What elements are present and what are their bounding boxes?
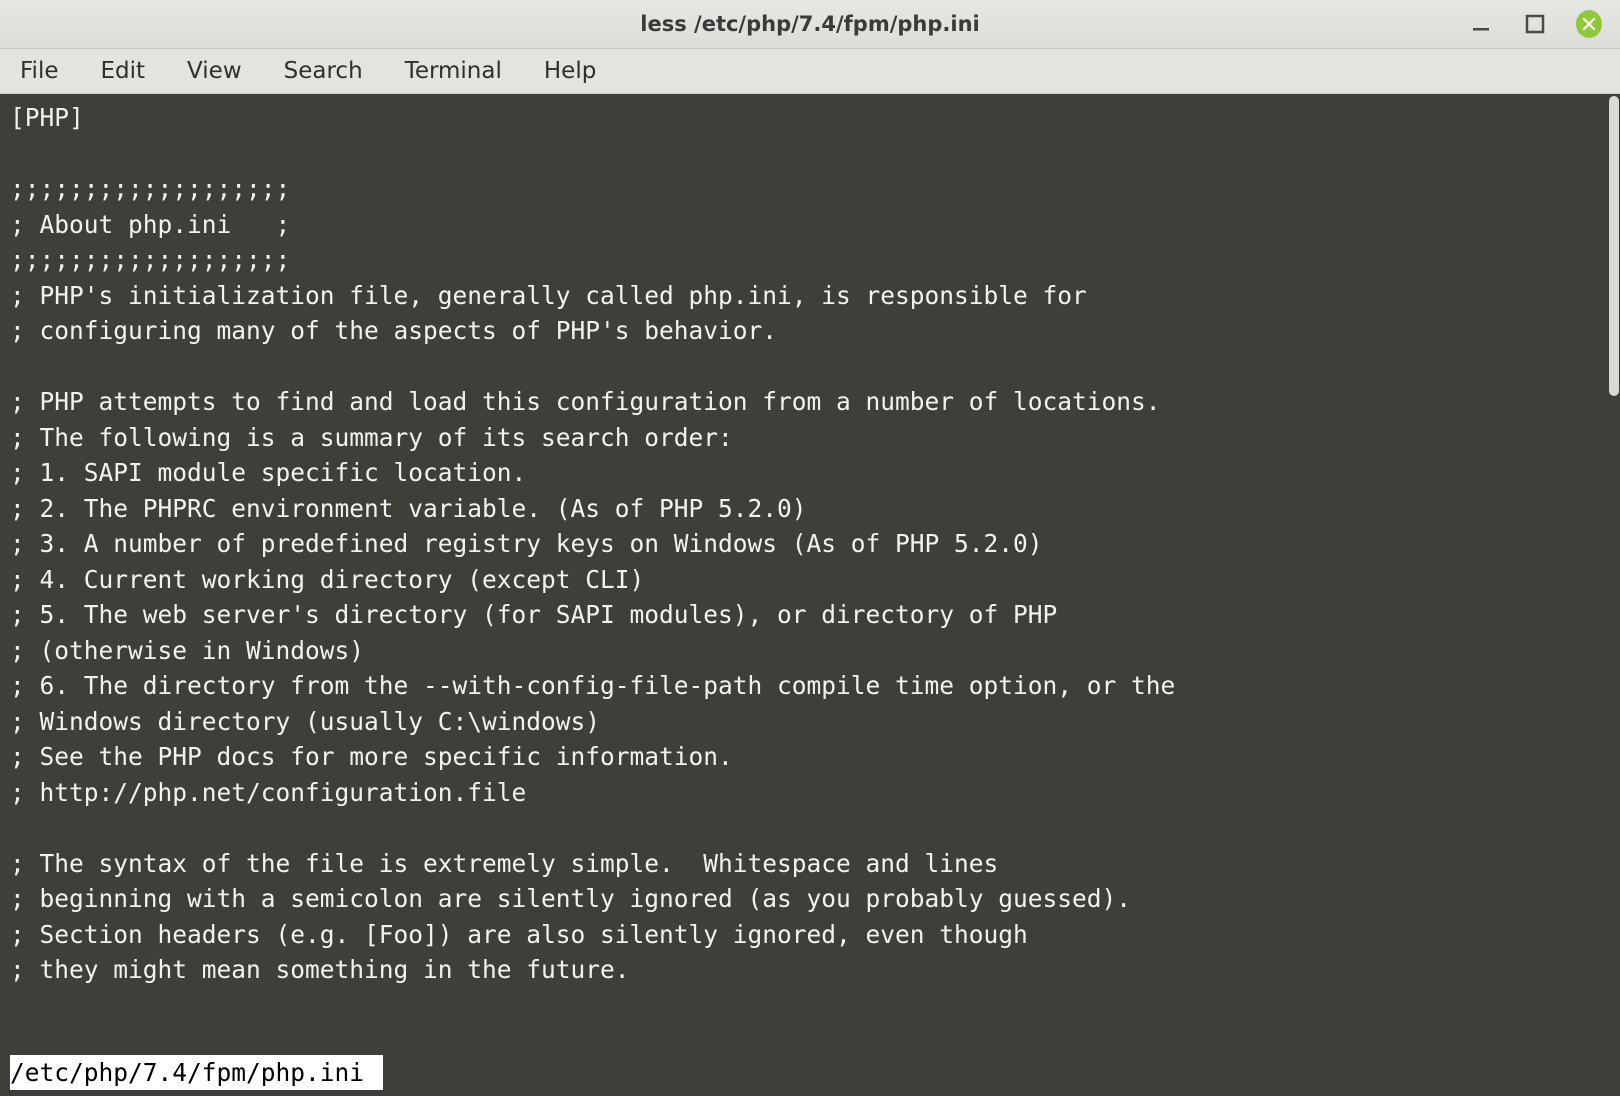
terminal-content[interactable]: [PHP] ;;;;;;;;;;;;;;;;;;; ; About php.in…: [0, 94, 1608, 1096]
maximize-icon: [1525, 14, 1545, 34]
close-button[interactable]: [1576, 11, 1602, 37]
maximize-button[interactable]: [1522, 11, 1548, 37]
menu-file[interactable]: File: [14, 54, 65, 88]
minimize-button[interactable]: [1468, 11, 1494, 37]
terminal-area[interactable]: [PHP] ;;;;;;;;;;;;;;;;;;; ; About php.in…: [0, 94, 1620, 1096]
menubar: File Edit View Search Terminal Help: [0, 49, 1620, 94]
titlebar: less /etc/php/7.4/fpm/php.ini: [0, 0, 1620, 49]
menu-search[interactable]: Search: [278, 54, 369, 88]
terminal-window: less /etc/php/7.4/fpm/php.ini: [0, 0, 1620, 1096]
menu-edit[interactable]: Edit: [95, 54, 152, 88]
menu-help[interactable]: Help: [538, 54, 602, 88]
less-status-line: /etc/php/7.4/fpm/php.ini: [10, 1055, 383, 1091]
menu-view[interactable]: View: [181, 54, 248, 88]
menu-terminal[interactable]: Terminal: [399, 54, 508, 88]
scrollbar-thumb[interactable]: [1609, 96, 1619, 396]
scrollbar[interactable]: [1608, 94, 1620, 1096]
close-icon: [1576, 10, 1602, 38]
window-title: less /etc/php/7.4/fpm/php.ini: [0, 12, 1620, 36]
window-controls: [1468, 11, 1610, 37]
minimize-icon: [1471, 14, 1491, 34]
